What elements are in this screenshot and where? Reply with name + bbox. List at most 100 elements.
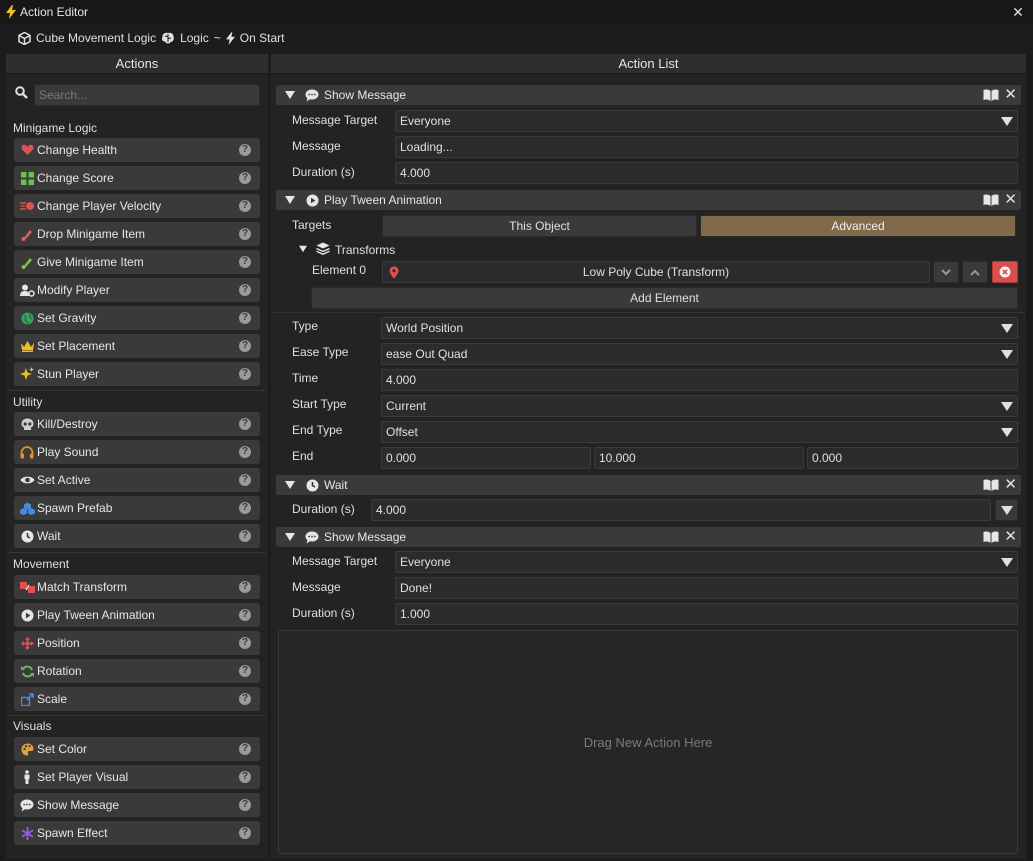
brain-icon — [162, 32, 174, 43]
action-item-wait[interactable]: Wait ? — [14, 524, 260, 548]
help-icon[interactable]: ? — [239, 581, 251, 593]
message-target-select[interactable]: Everyone — [395, 551, 1018, 573]
search-input[interactable] — [34, 84, 260, 106]
help-icon[interactable]: ? — [239, 530, 251, 542]
add-element-button[interactable]: Add Element — [311, 287, 1018, 309]
action-item-match-transform[interactable]: Match Transform ? — [14, 575, 260, 599]
action-header-show-message[interactable]: Show Message ✕ — [276, 85, 1021, 105]
scrollbar[interactable] — [1026, 54, 1032, 859]
action-item-change-score[interactable]: Change Score ? — [14, 166, 260, 190]
help-icon[interactable]: ? — [239, 799, 251, 811]
action-item-kill-destroy[interactable]: Kill/Destroy ? — [14, 412, 260, 436]
breadcrumb-logic[interactable]: Logic — [180, 31, 209, 45]
element-object-field[interactable]: Low Poly Cube (Transform) — [382, 261, 930, 283]
breadcrumb-event[interactable]: On Start — [240, 31, 285, 45]
remove-action-button[interactable]: ✕ — [1004, 191, 1017, 208]
help-icon[interactable]: ? — [239, 368, 251, 380]
end-y-input[interactable]: 10.000 — [594, 447, 804, 469]
action-item-position[interactable]: Position ? — [14, 631, 260, 655]
action-item-drop-minigame-item[interactable]: Drop Minigame Item ? — [14, 222, 260, 246]
action-header-show-message[interactable]: Show Message ✕ — [276, 527, 1021, 547]
expand-triangle-icon[interactable] — [299, 245, 307, 253]
help-icon[interactable]: ? — [239, 256, 251, 268]
search-icon — [15, 86, 28, 99]
action-item-play-sound[interactable]: Play Sound ? — [14, 440, 260, 464]
help-icon[interactable]: ? — [239, 693, 251, 705]
action-item-play-tween-animation[interactable]: Play Tween Animation ? — [14, 603, 260, 627]
action-item-give-minigame-item[interactable]: Give Minigame Item ? — [14, 250, 260, 274]
action-item-scale[interactable]: Scale ? — [14, 687, 260, 711]
action-item-set-placement[interactable]: Set Placement ? — [14, 334, 260, 358]
time-input[interactable]: 4.000 — [381, 369, 1018, 391]
duration-input[interactable]: 4.000 — [371, 499, 991, 521]
action-item-change-health[interactable]: Change Health ? — [14, 138, 260, 162]
message-target-select[interactable]: Everyone — [395, 110, 1018, 132]
book-icon[interactable] — [983, 194, 999, 206]
collapse-triangle-icon[interactable] — [285, 195, 295, 205]
help-icon[interactable]: ? — [239, 474, 251, 486]
action-header-play-tween-animation[interactable]: Play Tween Animation ✕ — [276, 190, 1021, 210]
help-icon[interactable]: ? — [239, 827, 251, 839]
help-icon[interactable]: ? — [239, 312, 251, 324]
collapse-triangle-icon[interactable] — [285, 532, 295, 542]
help-icon[interactable]: ? — [239, 200, 251, 212]
breadcrumb-object[interactable]: Cube Movement Logic — [36, 31, 156, 45]
help-icon[interactable]: ? — [239, 637, 251, 649]
remove-action-button[interactable]: ✕ — [1004, 528, 1017, 545]
action-header-wait[interactable]: Wait ✕ — [276, 475, 1021, 495]
action-item-set-gravity[interactable]: Set Gravity ? — [14, 306, 260, 330]
end-type-select[interactable]: Offset — [381, 421, 1018, 443]
action-item-spawn-effect[interactable]: Spawn Effect ? — [14, 821, 260, 845]
action-item-stun-player[interactable]: Stun Player ? — [14, 362, 260, 386]
end-z-input[interactable]: 0.000 — [807, 447, 1018, 469]
action-item-set-active[interactable]: Set Active ? — [14, 468, 260, 492]
ease-type-select[interactable]: ease Out Quad — [381, 343, 1018, 365]
book-icon[interactable] — [983, 89, 999, 101]
advanced-button[interactable]: Advanced — [700, 215, 1016, 237]
collapse-triangle-icon[interactable] — [285, 480, 295, 490]
collapse-triangle-icon[interactable] — [285, 90, 295, 100]
message-input[interactable]: Loading... — [395, 136, 1018, 158]
help-icon[interactable]: ? — [239, 144, 251, 156]
category-divider — [8, 552, 266, 553]
help-icon[interactable]: ? — [239, 665, 251, 677]
start-type-select[interactable]: Current — [381, 395, 1018, 417]
help-icon[interactable]: ? — [239, 172, 251, 184]
action-item-modify-player[interactable]: Modify Player ? — [14, 278, 260, 302]
help-icon[interactable]: ? — [239, 743, 251, 755]
book-icon[interactable] — [983, 531, 999, 543]
help-icon[interactable]: ? — [239, 609, 251, 621]
move-down-button[interactable] — [933, 261, 959, 283]
duration-input[interactable]: 4.000 — [395, 162, 1018, 184]
move-up-button[interactable] — [962, 261, 988, 283]
action-item-rotation[interactable]: Rotation ? — [14, 659, 260, 683]
remove-element-button[interactable] — [992, 261, 1018, 283]
drop-zone[interactable]: Drag New Action Here — [278, 630, 1018, 854]
help-icon[interactable]: ? — [239, 502, 251, 514]
targets-label: Targets — [292, 218, 332, 232]
message-input[interactable]: Done! — [395, 577, 1018, 599]
action-item-set-color[interactable]: Set Color ? — [14, 737, 260, 761]
help-icon[interactable]: ? — [239, 228, 251, 240]
end-x-input[interactable]: 0.000 — [381, 447, 591, 469]
clock-icon — [19, 528, 35, 544]
duration-input[interactable]: 1.000 — [395, 603, 1018, 625]
help-icon[interactable]: ? — [239, 340, 251, 352]
remove-action-button[interactable]: ✕ — [1004, 86, 1017, 103]
help-icon[interactable]: ? — [239, 418, 251, 430]
remove-action-button[interactable]: ✕ — [1004, 476, 1017, 493]
this-object-button[interactable]: This Object — [382, 215, 697, 237]
close-window-button[interactable]: ✕ — [1009, 3, 1027, 21]
type-select[interactable]: World Position — [381, 317, 1018, 339]
help-icon[interactable]: ? — [239, 284, 251, 296]
duration-mode-dropdown[interactable] — [995, 499, 1018, 521]
help-icon[interactable]: ? — [239, 446, 251, 458]
duration-label: Duration (s) — [292, 502, 355, 516]
action-item-change-player-velocity[interactable]: Change Player Velocity ? — [14, 194, 260, 218]
action-item-spawn-prefab[interactable]: Spawn Prefab ? — [14, 496, 260, 520]
action-item-set-player-visual[interactable]: Set Player Visual ? — [14, 765, 260, 789]
book-icon[interactable] — [983, 479, 999, 491]
person-icon — [19, 769, 35, 785]
action-item-show-message[interactable]: Show Message ? — [14, 793, 260, 817]
help-icon[interactable]: ? — [239, 771, 251, 783]
